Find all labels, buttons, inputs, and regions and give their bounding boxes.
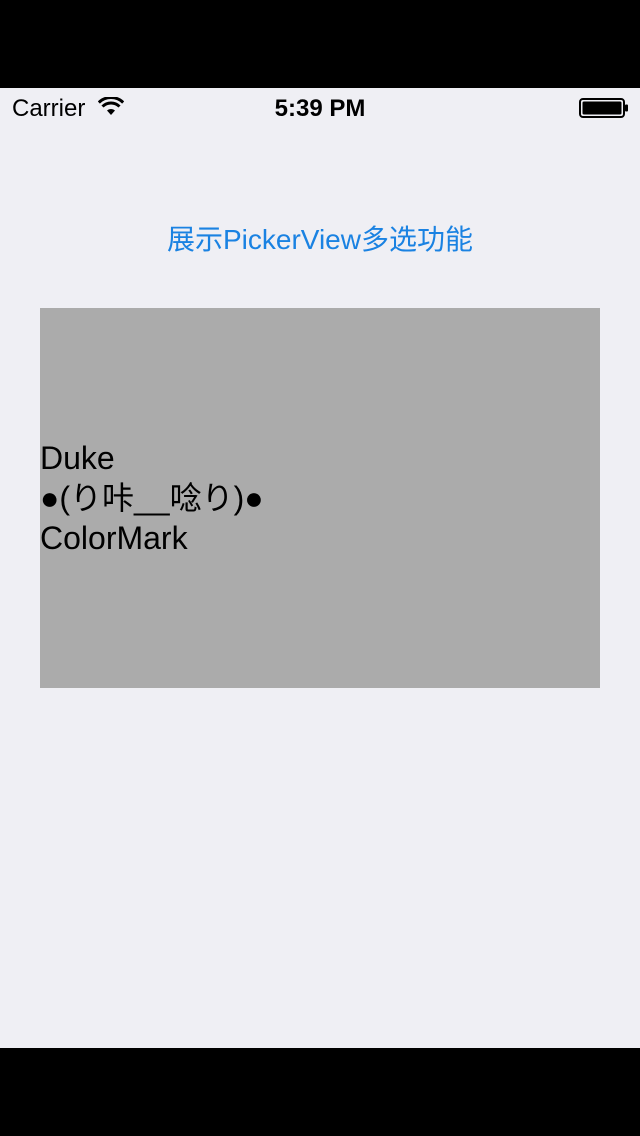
picker-lines: Duke ●(り咔__唸り)● ColorMark xyxy=(40,438,600,558)
bottom-letterbox xyxy=(0,1048,640,1136)
status-time: 5:39 PM xyxy=(274,95,366,122)
picker-line-colormark[interactable]: ColorMark xyxy=(40,518,600,558)
picker-line-duke[interactable]: Duke xyxy=(40,438,600,478)
top-letterbox xyxy=(0,0,640,88)
picker-view[interactable]: Duke ●(り咔__唸り)● ColorMark xyxy=(40,308,600,688)
picker-line-kaomoji[interactable]: ●(り咔__唸り)● xyxy=(40,478,600,518)
battery-full-icon xyxy=(579,98,628,118)
show-picker-button[interactable]: 展示PickerView多选功能 xyxy=(0,218,640,262)
app-screen: Carrier 5:39 PM 展示PickerView多选功能 Duke ●(… xyxy=(0,88,640,1048)
status-bar: Carrier 5:39 PM xyxy=(0,88,640,128)
